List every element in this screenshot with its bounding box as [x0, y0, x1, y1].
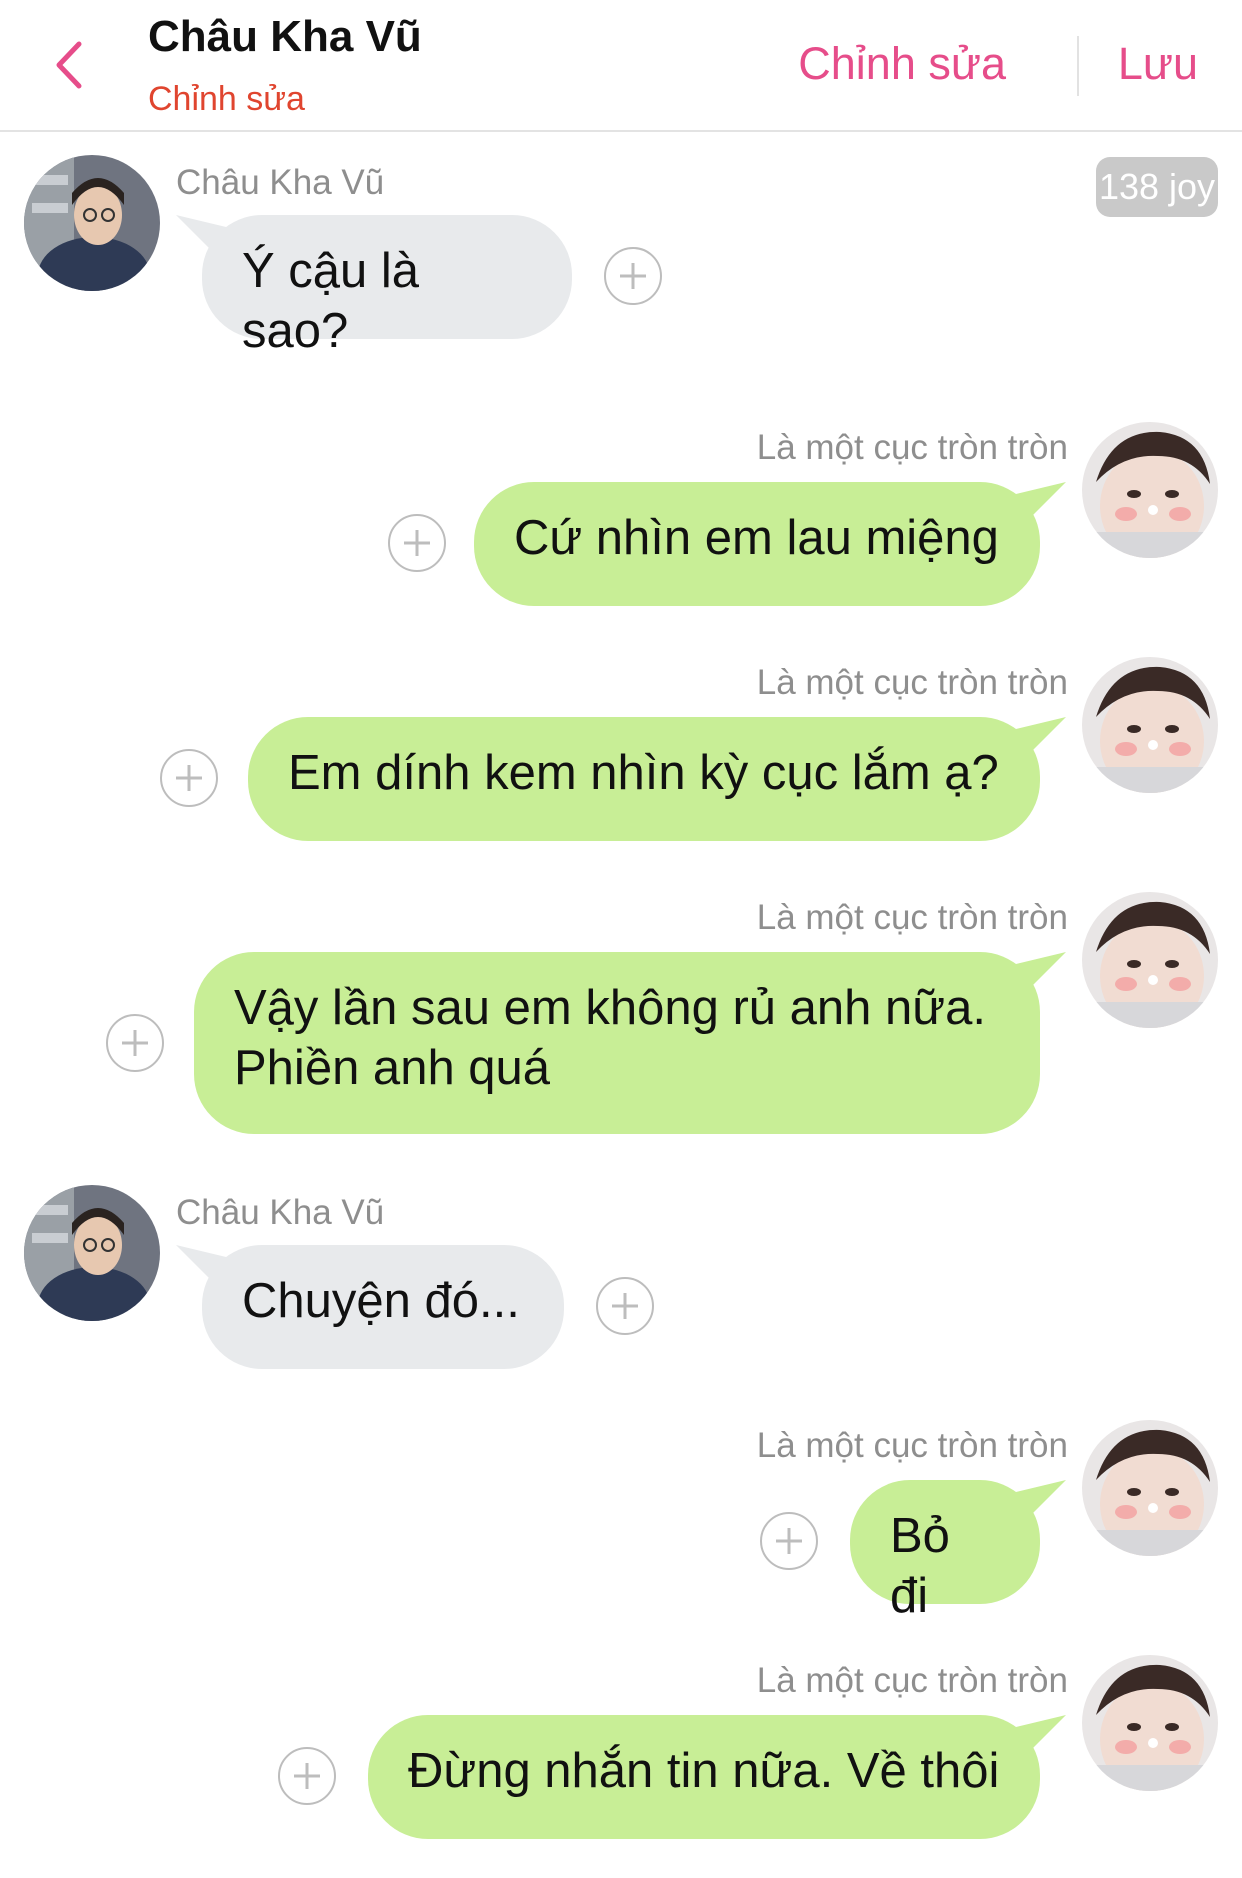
plus-icon: [620, 263, 646, 289]
add-reaction-button[interactable]: [106, 1014, 164, 1072]
back-button[interactable]: [40, 30, 96, 100]
message-text: Em dính kem nhìn kỳ cục lắm ạ?: [288, 746, 999, 800]
chat-screen: Châu Kha Vũ Chỉnh sửa Chỉnh sửa Lưu 138 …: [0, 0, 1242, 1878]
chevron-left-icon: [56, 41, 82, 89]
sender-name: Là một cục tròn tròn: [756, 1426, 1068, 1465]
sender-name: Châu Kha Vũ: [176, 163, 385, 202]
add-reaction-button[interactable]: [596, 1277, 654, 1335]
message-bubble[interactable]: Cứ nhìn em lau miệng: [474, 482, 1040, 606]
plus-icon: [776, 1528, 802, 1554]
edit-button[interactable]: Chỉnh sửa: [798, 38, 1006, 90]
message-text: Chuyện đó...: [242, 1274, 520, 1328]
plus-icon: [612, 1293, 638, 1319]
message-bubble[interactable]: Đừng nhắn tin nữa. Về thôi: [368, 1715, 1040, 1839]
joy-badge: 138 joy: [1096, 157, 1218, 217]
add-reaction-button[interactable]: [760, 1512, 818, 1570]
sender-name: Là một cục tròn tròn: [756, 898, 1068, 937]
message-bubble[interactable]: Em dính kem nhìn kỳ cục lắm ạ?: [248, 717, 1040, 841]
avatar[interactable]: [1082, 422, 1218, 558]
add-reaction-button[interactable]: [388, 514, 446, 572]
message-text: Ý cậu là sao?: [242, 244, 420, 358]
avatar[interactable]: [24, 1185, 160, 1321]
plus-icon: [122, 1030, 148, 1056]
message-text: Đừng nhắn tin nữa. Về thôi: [408, 1744, 1000, 1798]
plus-icon: [294, 1763, 320, 1789]
page-title: Châu Kha Vũ: [148, 12, 422, 61]
sender-name: Là một cục tròn tròn: [756, 663, 1068, 702]
message-bubble[interactable]: Ý cậu là sao?: [202, 215, 572, 358]
message-text: Bỏ đi: [890, 1509, 950, 1623]
avatar[interactable]: [1082, 892, 1218, 1028]
message-bubble[interactable]: Bỏ đi: [850, 1480, 1040, 1623]
add-reaction-button[interactable]: [278, 1747, 336, 1805]
save-button[interactable]: Lưu: [1118, 38, 1198, 90]
message-text: Cứ nhìn em lau miệng: [514, 511, 999, 565]
header: Châu Kha Vũ Chỉnh sửa Chỉnh sửa Lưu: [0, 0, 1242, 132]
message-bubble[interactable]: Chuyện đó...: [202, 1245, 564, 1369]
message-bubble[interactable]: Vậy lần sau em không rủ anh nữa. Phiền a…: [194, 952, 1040, 1134]
sender-name: Là một cục tròn tròn: [756, 1661, 1068, 1700]
plus-icon: [176, 765, 202, 791]
sender-name: Châu Kha Vũ: [176, 1193, 385, 1232]
message-text: Vậy lần sau em không rủ anh nữa. Phiền a…: [234, 981, 986, 1095]
avatar[interactable]: [24, 155, 160, 291]
page-subtitle[interactable]: Chỉnh sửa: [148, 80, 305, 119]
header-divider: [1077, 36, 1079, 96]
avatar[interactable]: [1082, 1420, 1218, 1556]
add-reaction-button[interactable]: [604, 247, 662, 305]
sender-name: Là một cục tròn tròn: [756, 428, 1068, 467]
avatar[interactable]: [1082, 1655, 1218, 1791]
add-reaction-button[interactable]: [160, 749, 218, 807]
avatar[interactable]: [1082, 657, 1218, 793]
plus-icon: [404, 530, 430, 556]
